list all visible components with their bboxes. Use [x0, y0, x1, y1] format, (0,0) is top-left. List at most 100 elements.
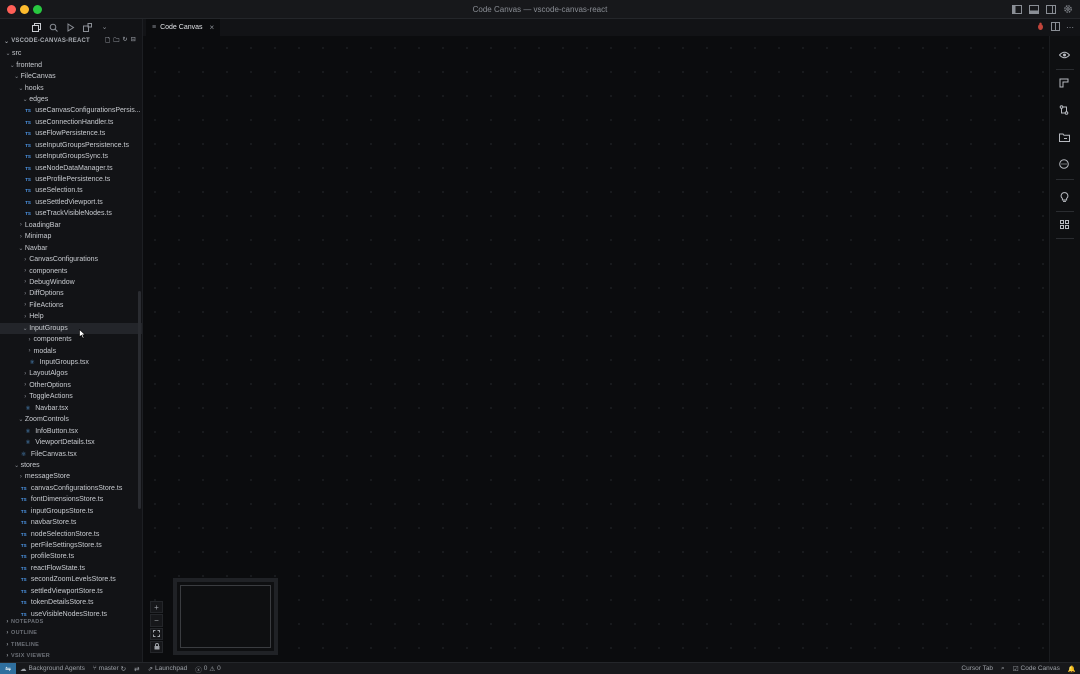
- tree-item[interactable]: ⌄ src: [0, 48, 142, 59]
- tree-item[interactable]: › ToggleActions: [0, 391, 142, 402]
- search-icon[interactable]: [48, 22, 59, 33]
- refresh-icon[interactable]: ↻: [123, 36, 128, 46]
- grid-apps-icon[interactable]: [1057, 217, 1071, 231]
- zoom-in-button[interactable]: +: [150, 601, 163, 614]
- tree-item[interactable]: › Help: [0, 311, 142, 322]
- explorer-files-icon[interactable]: [31, 22, 42, 33]
- toggle-panel-icon[interactable]: [1028, 3, 1040, 15]
- launchpad-item[interactable]: ⇗ Launchpad: [144, 665, 192, 673]
- more-actions-icon[interactable]: ⋯: [1066, 23, 1074, 32]
- tree-item[interactable]: ⚛ Navbar.tsx: [0, 403, 142, 414]
- section-timeline[interactable]: › TIMELINE: [0, 639, 143, 651]
- tree-item[interactable]: ⌄ InputGroups: [0, 322, 142, 334]
- tree-item[interactable]: TS nodeSelectionStore.ts: [0, 528, 142, 539]
- tab-code-canvas[interactable]: ≡ Code Canvas ×: [146, 19, 221, 36]
- problems-item[interactable]: ⓧ 0 ⚠ 0: [191, 664, 225, 674]
- folder-files-icon[interactable]: [1057, 130, 1071, 144]
- sidebar-scrollbar[interactable]: [138, 291, 141, 509]
- tree-item[interactable]: TS secondZoomLevelsStore.ts: [0, 574, 142, 585]
- new-folder-icon[interactable]: 🗀: [113, 36, 119, 46]
- lock-icon[interactable]: [150, 640, 163, 653]
- tree-item[interactable]: › messageStore: [0, 471, 142, 482]
- new-file-icon[interactable]: 🗋: [105, 36, 110, 46]
- tree-item[interactable]: TS canvasConfigurationsStore.ts: [0, 483, 142, 494]
- tree-item[interactable]: TS useConnectionHandler.ts: [0, 117, 142, 128]
- close-tab-icon[interactable]: ×: [210, 23, 215, 32]
- tree-item[interactable]: TS fontDimensionsStore.ts: [0, 494, 142, 505]
- tree-item[interactable]: TS useCanvasConfigurationsPersis...: [0, 105, 142, 116]
- tree-item-label: components: [33, 336, 72, 344]
- debug-bug-icon[interactable]: [1036, 22, 1045, 33]
- lightbulb-icon[interactable]: [1057, 190, 1071, 204]
- layout-nodes-icon[interactable]: [1057, 76, 1071, 90]
- tree-item-label: useInputGroupsSync.ts: [35, 153, 108, 161]
- tree-item[interactable]: TS settledViewportStore.ts: [0, 586, 142, 597]
- cursor-tab-item[interactable]: Cursor Tab: [957, 665, 997, 672]
- tree-item[interactable]: ⌄ hooks: [0, 82, 142, 93]
- tree-item[interactable]: TS inputGroupsStore.ts: [0, 506, 142, 517]
- zoom-search-item[interactable]: ⌕: [997, 665, 1009, 673]
- tree-item[interactable]: ⌄ stores: [0, 460, 142, 471]
- tree-item[interactable]: › LayoutAlgos: [0, 368, 142, 379]
- section-outline[interactable]: › OUTLINE: [0, 628, 143, 640]
- minimap-viewport[interactable]: [180, 585, 271, 648]
- toggle-secondary-sidebar-icon[interactable]: [1045, 3, 1057, 15]
- notifications-bell-icon[interactable]: 🔔: [1064, 665, 1080, 673]
- tree-item[interactable]: TS useInputGroupsSync.ts: [0, 151, 142, 162]
- tree-item[interactable]: ⚛ InputGroups.tsx: [0, 357, 142, 368]
- collapse-all-icon[interactable]: ⊟: [131, 36, 136, 46]
- background-agents-item[interactable]: ☁ Background Agents: [16, 665, 89, 673]
- settings-gear-icon[interactable]: [1062, 3, 1074, 15]
- git-branch-item[interactable]: ⑂ master ↻: [89, 665, 130, 673]
- minimap[interactable]: [173, 578, 278, 655]
- diff-compare-icon[interactable]: [1057, 103, 1071, 117]
- code-canvas-area[interactable]: [143, 36, 1049, 662]
- tree-item[interactable]: › FileActions: [0, 300, 142, 311]
- extensions-icon[interactable]: [82, 22, 93, 33]
- split-editor-icon[interactable]: [1051, 22, 1060, 33]
- tree-item[interactable]: › LoadingBar: [0, 220, 142, 231]
- tree-item[interactable]: › DebugWindow: [0, 277, 142, 288]
- eye-icon[interactable]: [1057, 48, 1071, 62]
- tree-item[interactable]: › Minimap: [0, 231, 142, 242]
- tree-item-label: LayoutAlgos: [29, 370, 68, 378]
- zoom-out-button[interactable]: −: [150, 614, 163, 627]
- tree-item[interactable]: › components: [0, 265, 142, 276]
- tree-item[interactable]: ⌄ FileCanvas: [0, 71, 142, 82]
- tree-item[interactable]: ⌄ Navbar: [0, 242, 142, 253]
- tree-item[interactable]: TS useFlowPersistence.ts: [0, 128, 142, 139]
- explorer-header[interactable]: ⌄ VSCODE-CANVAS-REACT 🗋 🗀 ↻ ⊟: [0, 35, 142, 47]
- tree-item[interactable]: ⌄ edges: [0, 94, 142, 105]
- section-vsix-viewer[interactable]: › VSIX VIEWER: [0, 651, 143, 663]
- tree-item[interactable]: ⚛ InfoButton.tsx: [0, 425, 142, 436]
- tree-item[interactable]: ⌄ frontend: [0, 59, 142, 70]
- toggle-primary-sidebar-icon[interactable]: [1011, 3, 1023, 15]
- tree-item[interactable]: TS tokenDetailsStore.ts: [0, 597, 142, 608]
- run-debug-icon[interactable]: [65, 22, 76, 33]
- tree-item[interactable]: TS navbarStore.ts: [0, 517, 142, 528]
- tree-item[interactable]: TS reactFlowState.ts: [0, 563, 142, 574]
- tree-item[interactable]: TS useTrackVisibleNodes.ts: [0, 208, 142, 219]
- tree-item[interactable]: › CanvasConfigurations: [0, 254, 142, 265]
- remote-connection-icon[interactable]: ⇋: [0, 662, 16, 674]
- tree-item[interactable]: › OtherOptions: [0, 380, 142, 391]
- tree-item[interactable]: ⌄ ZoomControls: [0, 414, 142, 425]
- tree-item[interactable]: › modals: [0, 345, 142, 356]
- more-views-chevron-down-icon[interactable]: ⌄: [99, 22, 110, 33]
- fit-view-button[interactable]: [150, 627, 163, 640]
- ports-item[interactable]: ⇄: [130, 665, 143, 673]
- tree-item[interactable]: › components: [0, 334, 142, 345]
- tree-item[interactable]: ⚛ ViewportDetails.tsx: [0, 437, 142, 448]
- more-options-icon[interactable]: [1057, 157, 1071, 171]
- tree-item[interactable]: TS useNodeDataManager.ts: [0, 162, 142, 173]
- code-canvas-status-item[interactable]: ☑ Code Canvas: [1009, 665, 1064, 673]
- tree-item[interactable]: TS perFileSettingsStore.ts: [0, 540, 142, 551]
- tree-item[interactable]: › DiffOptions: [0, 288, 142, 299]
- tree-item[interactable]: ⚛ FileCanvas.tsx: [0, 448, 142, 459]
- tree-item[interactable]: TS profileStore.ts: [0, 551, 142, 562]
- tree-item[interactable]: TS useInputGroupsPersistence.ts: [0, 140, 142, 151]
- tree-item[interactable]: TS useSelection.ts: [0, 185, 142, 196]
- tree-item[interactable]: TS useProfilePersistence.ts: [0, 174, 142, 185]
- tree-item[interactable]: TS useSettledViewport.ts: [0, 197, 142, 208]
- section-notepads[interactable]: › NOTEPADS: [0, 616, 143, 628]
